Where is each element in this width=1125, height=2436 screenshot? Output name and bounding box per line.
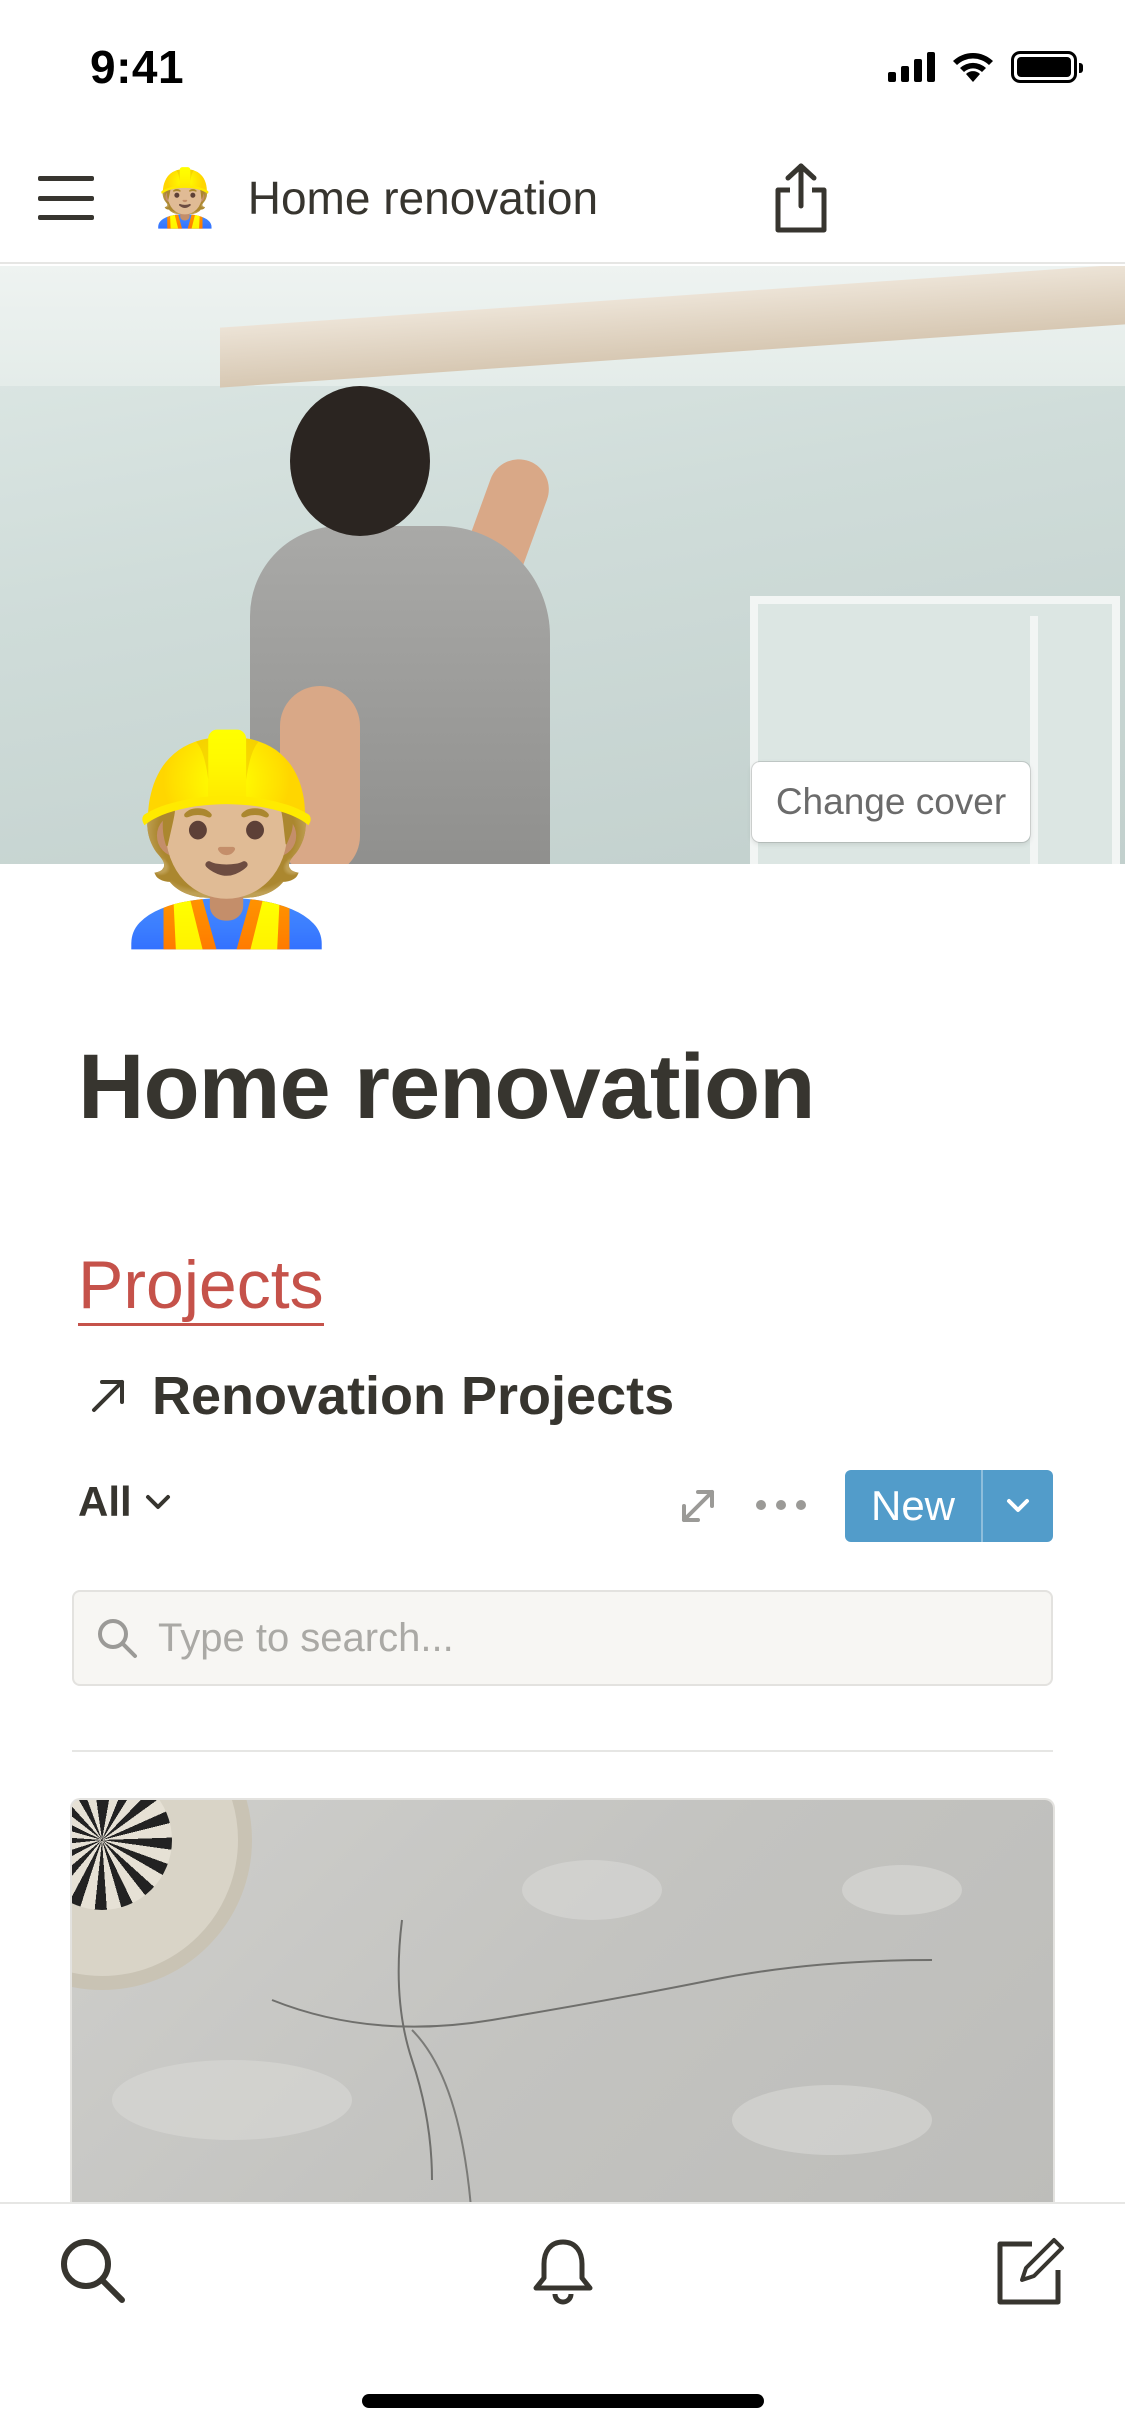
share-icon[interactable] (770, 162, 832, 234)
new-button-group: New (845, 1470, 1053, 1542)
gallery-card[interactable] (72, 1800, 1053, 2220)
status-time: 9:41 (90, 41, 185, 93)
search-box[interactable] (72, 1590, 1053, 1686)
menu-button[interactable] (38, 172, 94, 224)
search-input[interactable] (158, 1615, 1018, 1661)
divider (72, 1750, 1053, 1752)
new-dropdown-button[interactable] (983, 1470, 1053, 1542)
chevron-down-icon (145, 1495, 170, 1509)
nav-title: Home renovation (247, 172, 599, 224)
projects-link[interactable]: Projects (78, 1249, 324, 1327)
bell-icon[interactable] (526, 2234, 600, 2308)
change-cover-button[interactable]: Change cover (752, 762, 1030, 842)
search-icon[interactable] (56, 2234, 130, 2308)
battery-icon (1011, 51, 1083, 83)
signal-icon (888, 52, 935, 82)
tab-bar (0, 2202, 1125, 2436)
wifi-icon (953, 53, 993, 82)
more-icon[interactable] (756, 1500, 806, 1510)
arrow-up-right-icon (92, 1380, 124, 1412)
card-cover-texture (112, 1860, 962, 2220)
database-title: Renovation Projects (152, 1366, 675, 1426)
compose-icon[interactable] (992, 2234, 1066, 2308)
database-title-row[interactable]: Renovation Projects (88, 1365, 674, 1427)
search-icon (98, 1619, 137, 1658)
home-indicator (362, 2394, 764, 2408)
view-label: All (78, 1478, 132, 1525)
expand-icon[interactable] (676, 1484, 720, 1528)
page-title[interactable]: Home renovation (78, 1035, 815, 1140)
new-button[interactable]: New (845, 1470, 983, 1542)
database-toolbar: All New (78, 1470, 1053, 1542)
page-emoji-icon: 👷🏼 (150, 166, 220, 229)
nav-title-group[interactable]: 👷🏼 Home renovation (150, 162, 598, 234)
status-bar: 9:41 (0, 0, 1125, 132)
nav-bar: 👷🏼 Home renovation (0, 132, 1125, 264)
chevron-down-icon (1007, 1499, 1029, 1512)
status-icons (888, 50, 1083, 84)
view-selector[interactable]: All (78, 1478, 172, 1526)
page-icon[interactable]: 👷🏼 (102, 740, 351, 940)
